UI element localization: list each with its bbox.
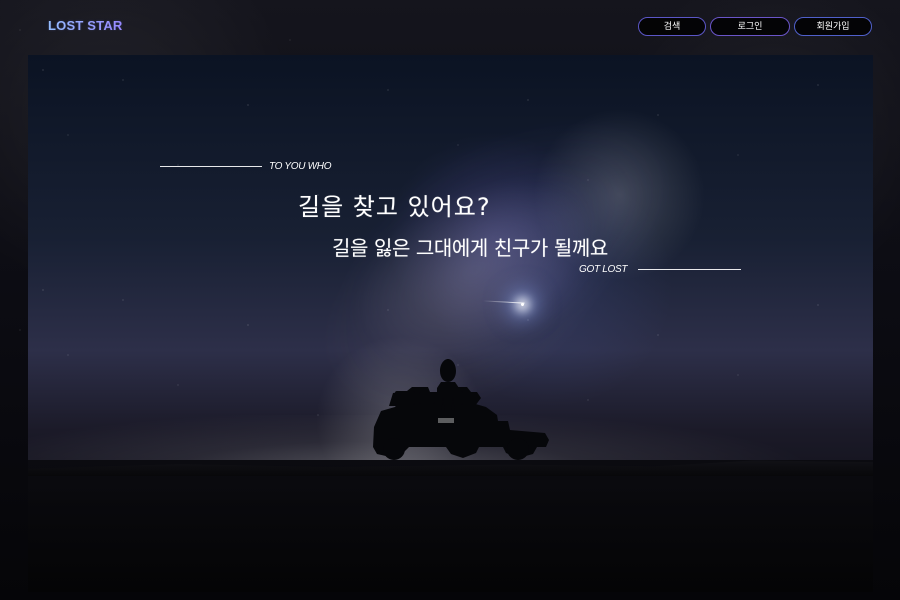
top-navigation-bar: LOST STAR 검색 로그인 회원가입: [0, 0, 900, 54]
page: LOST STAR 검색 로그인 회원가입 TO YOU WHO 길을 찾고 있…: [0, 0, 900, 600]
hero-subheadline: 길을 잃은 그대에게 친구가 될께요: [332, 236, 608, 260]
login-button[interactable]: 로그인: [710, 17, 790, 36]
header-nav: 검색 로그인 회원가입: [638, 17, 872, 36]
search-button[interactable]: 검색: [638, 17, 706, 36]
left-decorative-line: [160, 166, 262, 167]
hero-eyebrow-top: TO YOU WHO: [269, 161, 332, 172]
hero-headline: 길을 찾고 있어요?: [298, 193, 491, 221]
hero-copy: TO YOU WHO 길을 찾고 있어요? 길을 잃은 그대에게 친구가 될께요…: [28, 55, 873, 592]
right-decorative-line: [638, 269, 741, 270]
hero-banner: TO YOU WHO 길을 찾고 있어요? 길을 잃은 그대에게 친구가 될께요…: [28, 55, 873, 592]
signup-button[interactable]: 회원가입: [794, 17, 872, 36]
hero-eyebrow-bottom: GOT LOST: [579, 264, 628, 275]
site-logo[interactable]: LOST STAR: [48, 18, 123, 33]
